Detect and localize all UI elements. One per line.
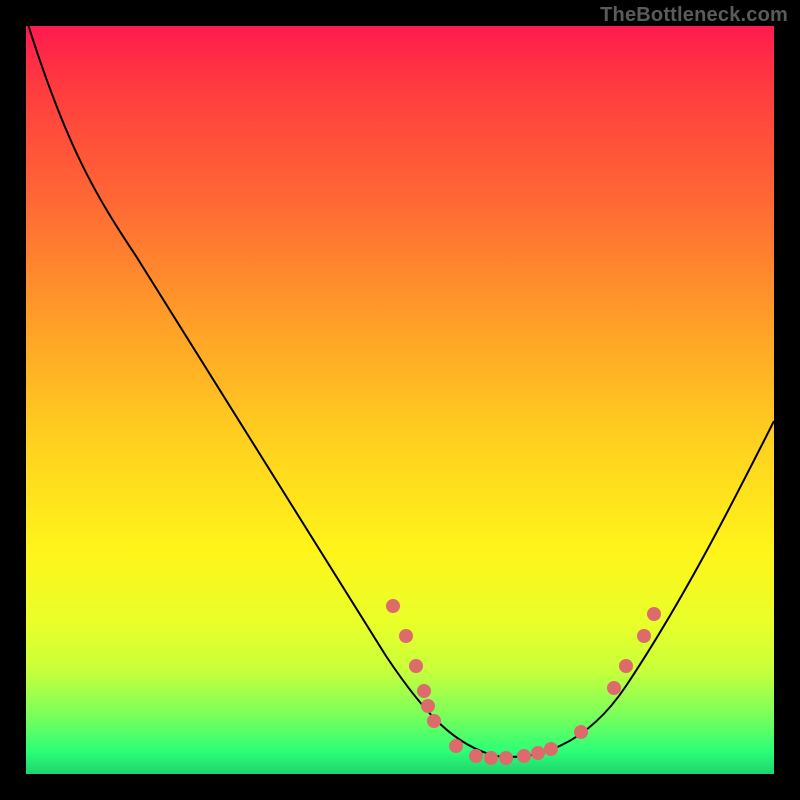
data-point (421, 699, 435, 713)
bottleneck-curve (26, 26, 774, 757)
data-point (417, 684, 431, 698)
curve-svg (26, 26, 774, 774)
data-point (449, 739, 463, 753)
data-point (499, 751, 513, 765)
data-point (517, 749, 531, 763)
data-point (427, 714, 441, 728)
data-point (647, 607, 661, 621)
data-point (409, 659, 423, 673)
data-point (619, 659, 633, 673)
data-point (399, 629, 413, 643)
data-point (607, 681, 621, 695)
data-point (574, 725, 588, 739)
data-point (469, 749, 483, 763)
data-point (544, 742, 558, 756)
chart-stage: TheBottleneck.com (0, 0, 800, 800)
data-point (484, 751, 498, 765)
data-point (386, 599, 400, 613)
data-point (531, 746, 545, 760)
data-point (637, 629, 651, 643)
watermark-text: TheBottleneck.com (600, 4, 788, 27)
plot-area (26, 26, 774, 774)
data-points (386, 599, 661, 765)
